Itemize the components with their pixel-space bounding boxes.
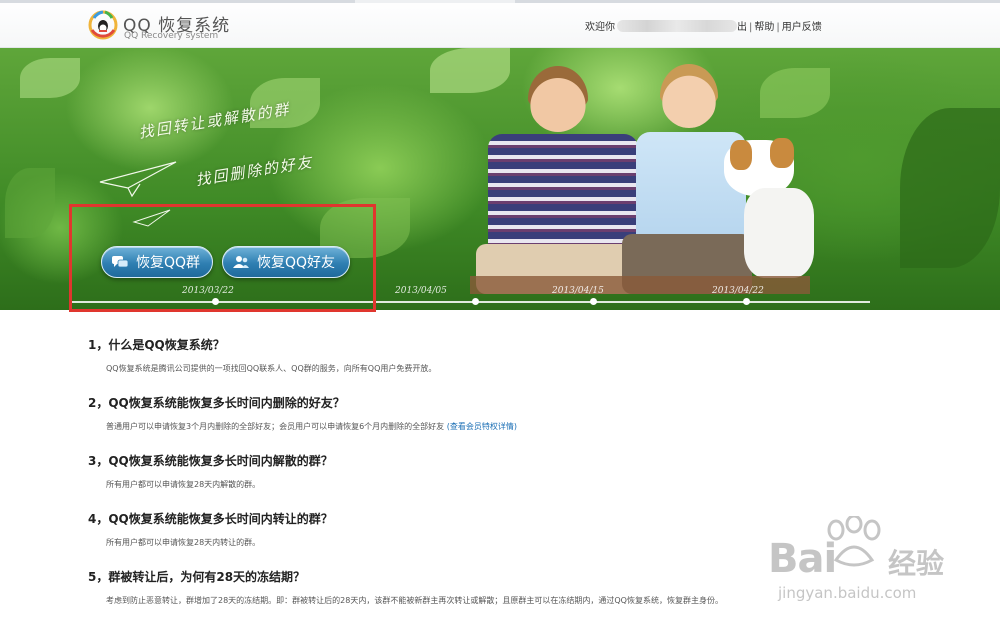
faq-item: 3，QQ恢复系统能恢复多长时间内解散的群？ 所有用户都可以申请恢复28天内解散的… — [88, 452, 948, 490]
app-subtitle: QQ Recovery system — [124, 31, 219, 41]
faq-answer: QQ恢复系统是腾讯公司提供的一项找回QQ联系人、QQ群的服务，向所有QQ用户免费… — [106, 364, 437, 373]
timeline-date-3: 2013/04/15 — [552, 286, 604, 296]
feedback-link[interactable]: 用户反馈 — [782, 22, 822, 33]
faq-question: 4，QQ恢复系统能恢复多长时间内转让的群？ — [88, 512, 333, 526]
top-header: QQ 恢复系统 QQ Recovery system 欢迎你出 | 帮助 | 用户反馈 — [0, 0, 1000, 48]
user-links: 欢迎你出 | 帮助 | 用户反馈 — [585, 20, 822, 33]
banner-slogan-1: 找回转让或解散的群 — [137, 100, 292, 142]
welcome-text: 欢迎你 — [585, 22, 615, 33]
watermark-brand: Bai — [768, 536, 837, 582]
timeline-date-2: 2013/04/05 — [395, 286, 447, 296]
logout-link[interactable]: 出 — [737, 22, 747, 33]
banner-slogan-2: 找回删除的好友 — [194, 152, 315, 190]
faq-question: 2，QQ恢复系统能恢复多长时间内删除的好友？ — [88, 396, 345, 410]
timeline-date-4: 2013/04/22 — [712, 286, 764, 296]
paper-plane-icon — [99, 161, 177, 198]
qq-recovery-logo-icon — [88, 10, 118, 40]
faq-item: 2，QQ恢复系统能恢复多长时间内删除的好友？ 普通用户可以申请恢复3个月内删除的… — [88, 394, 948, 432]
blurred-username — [617, 20, 737, 32]
watermark-brand-tail: 经验 — [888, 547, 945, 580]
member-privilege-link[interactable]: (查看会员特权详情) — [447, 422, 517, 431]
faq-question: 1，什么是QQ恢复系统？ — [88, 338, 225, 352]
highlight-annotation-box — [69, 204, 376, 312]
watermark-url: jingyan.baidu.com — [778, 584, 917, 602]
browser-tab-strip — [0, 0, 1000, 3]
faq-answer: 普通用户可以申请恢复3个月内删除的全部好友；会员用户可以申请恢复6个月内删除的全… — [106, 421, 948, 432]
help-link[interactable]: 帮助 — [754, 22, 774, 33]
faq-answer: 所有用户都可以申请恢复28天内解散的群。 — [106, 480, 261, 489]
faq-question: 3，QQ恢复系统能恢复多长时间内解散的群？ — [88, 454, 333, 468]
faq-answer-text: 普通用户可以申请恢复3个月内删除的全部好友；会员用户可以申请恢复6个月内删除的全… — [106, 422, 445, 431]
faq-item: 1，什么是QQ恢复系统？ QQ恢复系统是腾讯公司提供的一项找回QQ联系人、QQ群… — [88, 336, 948, 374]
